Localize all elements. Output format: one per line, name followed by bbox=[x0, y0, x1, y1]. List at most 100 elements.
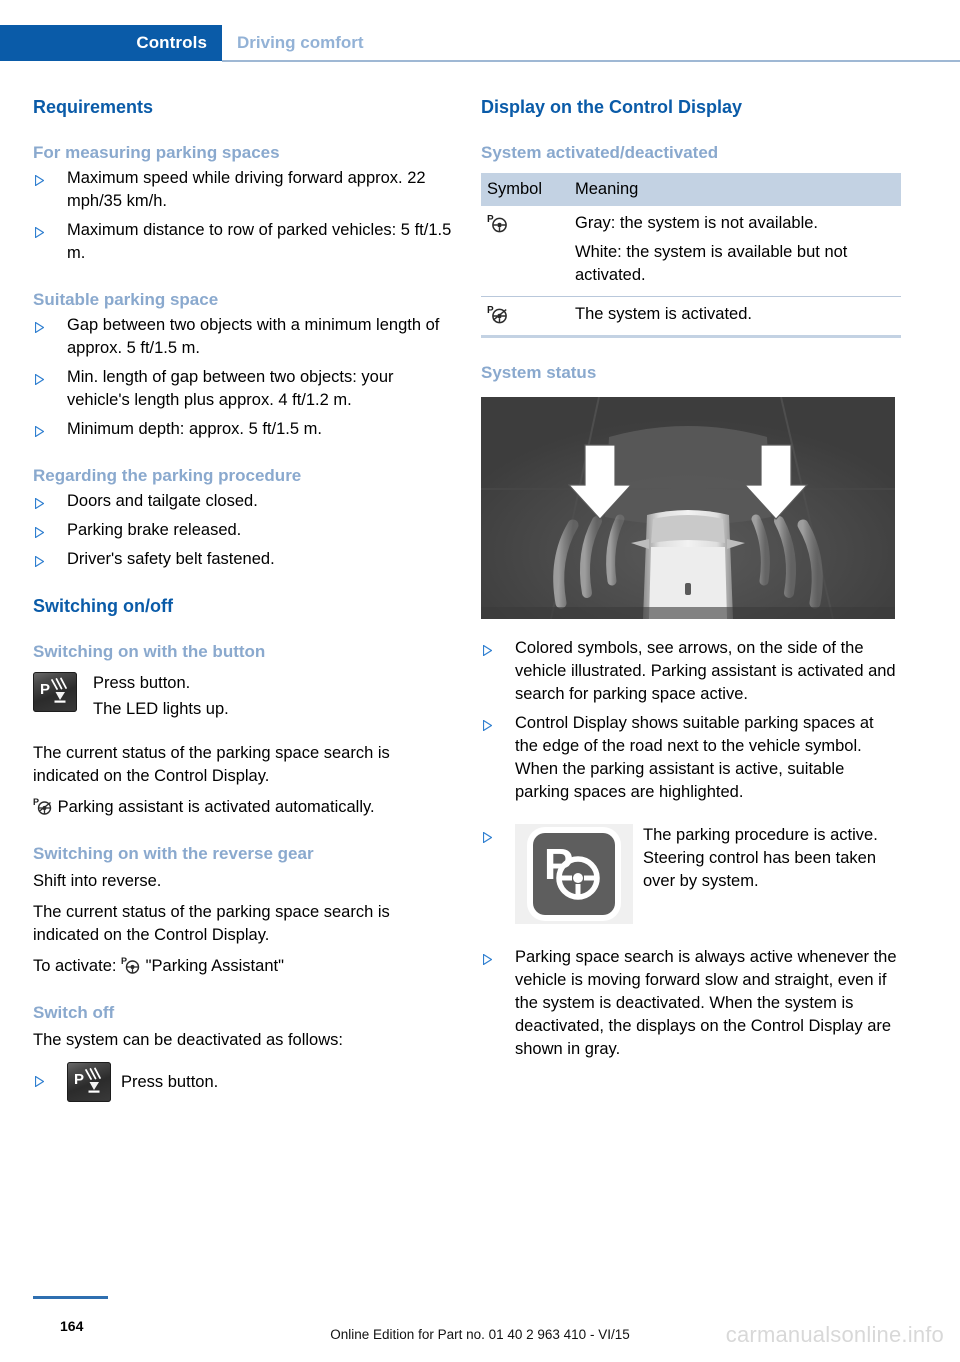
bullet-triangle-icon bbox=[482, 949, 493, 966]
table-header-symbol: Symbol bbox=[481, 173, 569, 206]
header-divider bbox=[222, 60, 960, 62]
list-item: Minimum depth: approx. 5 ft/1.5 m. bbox=[33, 418, 453, 441]
list-suitable-parking-space: Gap between two objects with a minimum l… bbox=[33, 314, 453, 441]
table-cell-symbol: P bbox=[481, 206, 569, 297]
bullet-triangle-icon bbox=[34, 1074, 45, 1088]
to-activate-prefix: To activate: bbox=[33, 957, 117, 975]
parking-assistant-auto-label: Parking assistant is activated automatic… bbox=[57, 798, 375, 816]
left-column: Requirements For measuring parking space… bbox=[33, 96, 453, 1112]
subheading-suitable-parking-space: Suitable parking space bbox=[33, 290, 219, 309]
bullet-triangle-icon bbox=[34, 493, 45, 510]
list-item-label: Control Display shows suitable parking s… bbox=[515, 714, 874, 801]
bullet-triangle-icon bbox=[34, 369, 45, 386]
list-item: Maximum speed while driving forward appr… bbox=[33, 167, 453, 213]
subheading-system-status: System status bbox=[481, 363, 597, 382]
list-item-label: Parking space search is always active wh… bbox=[515, 948, 897, 1058]
parking-steering-wheel-active-icon: P bbox=[33, 797, 53, 815]
top-down-vehicle-parking-sensors-illustration bbox=[481, 397, 895, 619]
subheading-system-activated-deactivated: System activated/deactivated bbox=[481, 143, 719, 162]
list-item-label: Min. length of gap between two objects: … bbox=[67, 368, 394, 409]
list-item: Control Display shows suitable parking s… bbox=[481, 712, 901, 804]
table-cell-meaning: The system is activated. bbox=[569, 296, 901, 338]
breadcrumb-section-controls[interactable]: Controls bbox=[0, 25, 222, 61]
bullet-triangle-icon bbox=[34, 317, 45, 334]
subheading-switching-on-with-the-button: Switching on with the button bbox=[33, 642, 266, 661]
subheading-for-measuring-parking-spaces: For measuring parking spaces bbox=[33, 143, 280, 162]
table-cell-symbol: P bbox=[481, 296, 569, 338]
list-item: Min. length of gap between two objects: … bbox=[33, 366, 453, 412]
bullet-triangle-icon bbox=[482, 830, 493, 844]
list-item: Driver's safety belt fastened. bbox=[33, 548, 453, 571]
list-item: Colored symbols, see arrows, on the side… bbox=[481, 637, 901, 706]
list-item: Gap between two objects with a minimum l… bbox=[33, 314, 453, 360]
bullet-triangle-icon bbox=[482, 715, 493, 732]
table-header-meaning: Meaning bbox=[569, 173, 901, 206]
list-item: Maximum distance to row of parked vehicl… bbox=[33, 219, 453, 265]
meaning-line: Gray: the system is not available. bbox=[575, 214, 819, 232]
list-system-status: Colored symbols, see arrows, on the side… bbox=[481, 637, 901, 804]
svg-text:P: P bbox=[33, 797, 39, 807]
section-title-switching-on-off: Switching on/off bbox=[33, 596, 173, 616]
svg-text:P: P bbox=[121, 956, 127, 966]
watermark: carmanualsonline.info bbox=[725, 1322, 944, 1347]
bullet-triangle-icon bbox=[482, 640, 493, 657]
symbol-meaning-table: Symbol Meaning P Gray: the system is not… bbox=[481, 173, 901, 338]
list-item-label: Parking brake released. bbox=[67, 521, 242, 539]
switch-off-bullet-row: P Press button. bbox=[33, 1062, 453, 1112]
svg-text:P: P bbox=[74, 1071, 84, 1088]
table-row: P Gray: the system is not available. Whi… bbox=[481, 206, 901, 297]
list-item: Doors and tailgate closed. bbox=[33, 490, 453, 513]
section-title-display-on-the-control-display: Display on the Control Display bbox=[481, 97, 743, 117]
parking-active-icon-text: The parking procedure is active. Steerin… bbox=[643, 826, 878, 890]
bullet-triangle-icon bbox=[34, 421, 45, 438]
list-item-label: Minimum depth: approx. 5 ft/1.5 m. bbox=[67, 420, 322, 438]
parking-active-icon-row: P The parking procedure is active. Steer… bbox=[481, 824, 901, 928]
meaning-line: White: the system is available but not a… bbox=[575, 243, 848, 284]
parking-steering-wheel-icon: P bbox=[487, 213, 507, 233]
footer-divider bbox=[33, 1296, 108, 1299]
parking-assistant-active-glyph: P bbox=[533, 833, 615, 915]
parking-assistant-auto-line: P Parking assistant is activated automat… bbox=[33, 796, 453, 819]
page-header: Controls Driving comfort bbox=[0, 25, 960, 62]
parking-steering-wheel-active-icon: P bbox=[487, 304, 507, 324]
table-cell-meaning: Gray: the system is not available. White… bbox=[569, 206, 901, 297]
parking-assistant-active-icon: P bbox=[515, 824, 633, 924]
bullet-triangle-icon bbox=[34, 522, 45, 539]
list-item-label: Colored symbols, see arrows, on the side… bbox=[515, 639, 896, 703]
list-item-label: Gap between two objects with a minimum l… bbox=[67, 316, 440, 357]
led-lights-label: The LED lights up. bbox=[93, 700, 229, 718]
press-button-block: P Press button. The LED lights up. bbox=[33, 670, 453, 724]
svg-text:P: P bbox=[40, 681, 50, 698]
table-row: P The system is activated. bbox=[481, 296, 901, 338]
to-activate-value: "Parking Assistant" bbox=[145, 957, 284, 975]
switch-off-intro: The system can be deactivated as follows… bbox=[33, 1031, 343, 1049]
bullet-triangle-icon bbox=[34, 551, 45, 568]
list-item-label: Doors and tailgate closed. bbox=[67, 492, 258, 510]
parking-steering-wheel-icon: P bbox=[121, 956, 141, 974]
list-item-label: Maximum distance to row of parked vehicl… bbox=[67, 221, 452, 262]
list-item: Parking brake released. bbox=[33, 519, 453, 542]
status-paragraph-button: The current status of the parking space … bbox=[33, 744, 390, 785]
list-item-label: Maximum speed while driving forward appr… bbox=[67, 169, 426, 210]
list-item-label: Driver's safety belt fastened. bbox=[67, 550, 275, 568]
switch-off-press-button-label: Press button. bbox=[121, 1073, 219, 1091]
table-header-row: Symbol Meaning bbox=[481, 173, 901, 206]
list-final: Parking space search is always active wh… bbox=[481, 946, 901, 1061]
subheading-regarding-the-parking-procedure: Regarding the parking procedure bbox=[33, 466, 302, 485]
meaning-line: The system is activated. bbox=[575, 305, 752, 323]
page-title-requirements: Requirements bbox=[33, 97, 154, 117]
status-paragraph-reverse: The current status of the parking space … bbox=[33, 903, 390, 944]
bullet-triangle-icon bbox=[34, 170, 45, 187]
list-for-measuring-parking-spaces: Maximum speed while driving forward appr… bbox=[33, 167, 453, 265]
list-regarding-the-parking-procedure: Doors and tailgate closed. Parking brake… bbox=[33, 490, 453, 571]
press-button-label: Press button. bbox=[93, 674, 191, 692]
breadcrumb-section-driving-comfort[interactable]: Driving comfort bbox=[237, 25, 364, 61]
bullet-triangle-icon bbox=[34, 222, 45, 239]
list-item: Parking space search is always active wh… bbox=[481, 946, 901, 1061]
park-distance-button-icon[interactable]: P bbox=[33, 672, 77, 712]
shift-into-reverse-label: Shift into reverse. bbox=[33, 872, 162, 890]
subheading-switching-on-with-the-reverse-gear: Switching on with the reverse gear bbox=[33, 844, 314, 863]
right-column: Display on the Control Display System ac… bbox=[481, 96, 901, 1061]
subheading-switch-off: Switch off bbox=[33, 1003, 115, 1022]
park-distance-button-icon[interactable]: P bbox=[67, 1062, 111, 1102]
